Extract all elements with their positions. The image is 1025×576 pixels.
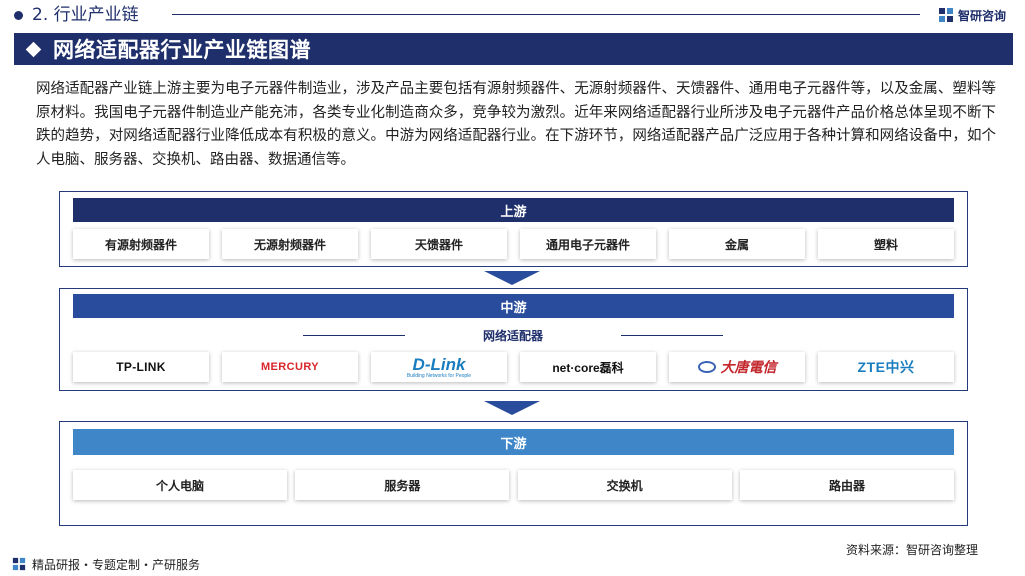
downstream-items: 个人电脑 服务器 交换机 路由器 [73, 470, 954, 500]
brand-netcore: net·core磊科 [520, 352, 656, 382]
brand-dlink: D-Link Building Networks for People [371, 352, 507, 382]
upstream-item: 通用电子元器件 [520, 229, 656, 259]
top-bar: 2. 行业产业链 智研咨询 [0, 0, 1025, 30]
sublabel-line-left [302, 334, 405, 336]
bullet-dot-icon [14, 11, 23, 20]
dlink-logo: D-Link Building Networks for People [407, 356, 471, 379]
downstream-panel: 下游 个人电脑 服务器 交换机 路由器 [59, 421, 968, 526]
midstream-sublabel: 网络适配器 [482, 328, 543, 343]
dlink-logo-main: D-Link [412, 354, 466, 374]
brand-logo-group: 智研咨询 [938, 6, 1006, 24]
tplink-logo: TP-LINK [116, 360, 166, 374]
upstream-items: 有源射频器件 无源射频器件 天馈器件 通用电子元器件 金属 塑料 [73, 229, 954, 259]
midstream-header: 中游 [73, 294, 954, 318]
datang-logo-text: 大唐電信 [720, 360, 777, 376]
title-banner: 网络适配器行业产业链图谱 [14, 33, 1013, 65]
sublabel-line-right [621, 334, 723, 336]
arrow-down-icon [484, 271, 540, 285]
dlink-logo-tagline: Building Networks for People [406, 372, 472, 379]
downstream-item: 路由器 [739, 470, 954, 500]
downstream-item: 服务器 [295, 470, 510, 500]
midstream-panel: 中游 网络适配器 TP-LINK MERCURY D-Link Building… [59, 288, 968, 391]
brand-name: 智研咨询 [958, 8, 1007, 23]
downstream-item: 交换机 [517, 470, 732, 500]
datang-mark-icon [697, 361, 716, 373]
intro-paragraph: 网络适配器产业链上游主要为电子元器件制造业，涉及产品主要包括有源射频器件、无源射… [36, 81, 996, 168]
brand-mercury: MERCURY [222, 352, 358, 382]
diamond-icon [25, 41, 42, 57]
upstream-item: 金属 [669, 229, 805, 259]
header-divider [172, 14, 920, 15]
upstream-header: 上游 [73, 198, 954, 222]
page-title: 网络适配器行业产业链图谱 [53, 38, 311, 62]
source-note: 资料来源：智研咨询整理 [846, 543, 979, 557]
midstream-brand-logos: TP-LINK MERCURY D-Link Building Networks… [73, 352, 954, 382]
brand-zte: ZTE中兴 [818, 352, 954, 382]
upstream-item: 天馈器件 [371, 229, 507, 259]
brand-datang: 大唐電信 [669, 352, 805, 382]
brand-tplink: TP-LINK [73, 352, 209, 382]
footer-brand: 精品研报・专题定制・产研服务 [12, 556, 200, 572]
zhiyan-logo-icon [939, 8, 953, 22]
midstream-sublabel-group: 网络适配器 [273, 327, 753, 343]
section-label: 2. 行业产业链 [32, 5, 139, 25]
upstream-item: 无源射频器件 [222, 229, 358, 259]
downstream-item: 个人电脑 [73, 470, 287, 500]
footer-tagline: 精品研报・专题定制・产研服务 [32, 557, 201, 572]
arrow-down-icon [484, 401, 540, 415]
datang-logo: 大唐電信 [697, 357, 777, 377]
upstream-panel: 上游 有源射频器件 无源射频器件 天馈器件 通用电子元器件 金属 塑料 [59, 191, 968, 267]
mercury-logo: MERCURY [260, 361, 319, 373]
netcore-logo: net·core磊科 [552, 360, 624, 375]
zhiyan-logo-icon [12, 557, 26, 571]
downstream-header: 下游 [73, 429, 954, 455]
upstream-item: 塑料 [818, 229, 954, 259]
zte-logo: ZTE中兴 [857, 359, 915, 375]
upstream-item: 有源射频器件 [73, 229, 209, 259]
